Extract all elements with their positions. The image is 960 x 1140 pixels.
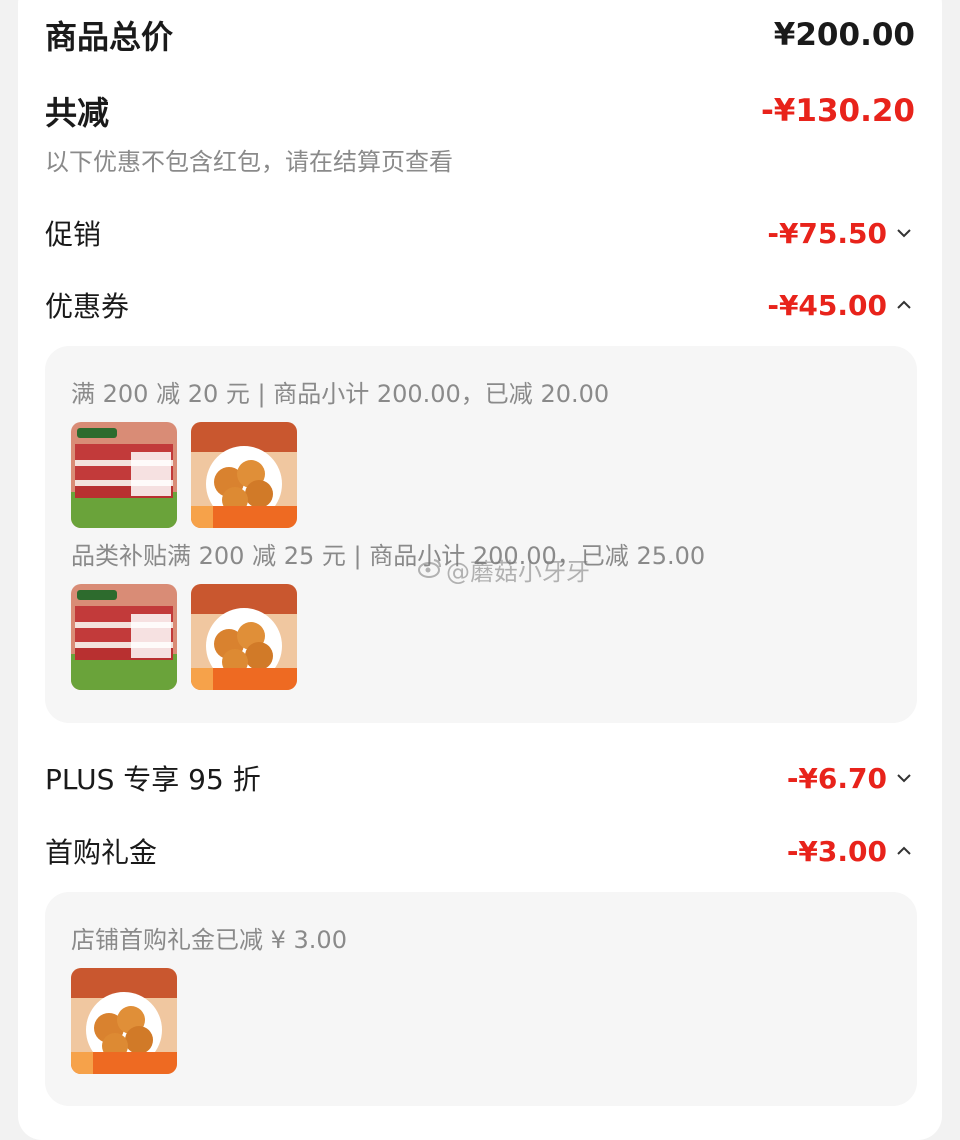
gift-line-1: 店铺首购礼金已减 ¥ 3.00 bbox=[71, 926, 347, 954]
watermark: @蘑菇小牙牙 bbox=[418, 552, 590, 587]
discount-value: -¥6.70 bbox=[786, 761, 887, 795]
discount-value: -¥45.00 bbox=[767, 288, 887, 322]
chevron-down-icon[interactable] bbox=[893, 222, 915, 244]
pork-belly-product-image[interactable] bbox=[71, 422, 177, 528]
discount-row-first-purchase[interactable]: 首购礼金 -¥3.00 bbox=[45, 826, 915, 876]
weibo-logo-icon bbox=[418, 556, 442, 584]
watermark-text: @蘑菇小牙牙 bbox=[446, 558, 590, 586]
discount-value: -¥3.00 bbox=[786, 834, 887, 868]
discount-value: -¥75.50 bbox=[767, 216, 887, 250]
coupon-line-2: 品类补贴满 200 减 25 元 | 商品小计 200.00，已减 25.00 bbox=[71, 542, 706, 570]
discount-row-promotion[interactable]: 促销 -¥75.50 bbox=[45, 208, 915, 258]
coupon-detail-panel: 满 200 减 20 元 | 商品小计 200.00，已减 20.00 品类补贴… bbox=[45, 346, 917, 723]
pork-belly-product-image[interactable] bbox=[71, 584, 177, 690]
total-price-row: 商品总价 ¥200.00 bbox=[45, 10, 915, 60]
walnut-bun-product-image[interactable] bbox=[191, 584, 297, 690]
discount-label: 优惠券 bbox=[45, 290, 130, 323]
chevron-up-icon[interactable] bbox=[893, 294, 915, 316]
total-price-label: 商品总价 bbox=[45, 18, 174, 56]
discount-label: PLUS 专享 95 折 bbox=[45, 763, 261, 796]
total-reduction-label: 共减 bbox=[45, 94, 110, 132]
reduction-note: 以下优惠不包含红包，请在结算页查看 bbox=[45, 148, 453, 176]
walnut-bun-product-image[interactable] bbox=[191, 422, 297, 528]
discount-label: 促销 bbox=[45, 218, 102, 251]
chevron-down-icon[interactable] bbox=[893, 767, 915, 789]
chevron-up-icon[interactable] bbox=[893, 840, 915, 862]
total-reduction-value: -¥130.20 bbox=[760, 93, 915, 129]
total-reduction-row: 共减 -¥130.20 bbox=[45, 86, 915, 136]
discount-row-plus[interactable]: PLUS 专享 95 折 -¥6.70 bbox=[45, 753, 915, 803]
discount-row-coupon[interactable]: 优惠券 -¥45.00 bbox=[45, 280, 915, 330]
discount-label: 首购礼金 bbox=[45, 836, 158, 869]
gift-detail-panel: 店铺首购礼金已减 ¥ 3.00 bbox=[45, 892, 917, 1106]
total-price-value: ¥200.00 bbox=[773, 17, 915, 53]
coupon-line-1: 满 200 减 20 元 | 商品小计 200.00，已减 20.00 bbox=[71, 380, 610, 408]
walnut-bun-product-image[interactable] bbox=[71, 968, 177, 1074]
